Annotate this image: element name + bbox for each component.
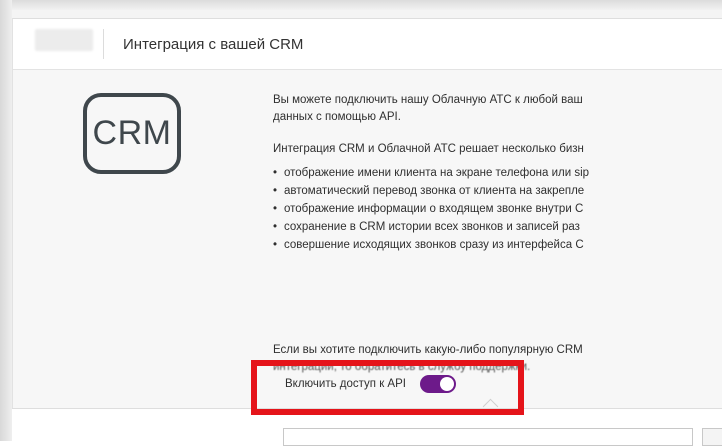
copy-button[interactable] (702, 428, 722, 446)
page-title: Интеграция с вашей CRM (123, 36, 304, 53)
highlight-box (251, 360, 524, 415)
app-window: Интеграция с вашей CRM CRM Вы можете под… (0, 0, 722, 446)
crm-logo-icon: CRM (83, 93, 181, 174)
api-key-field[interactable] (283, 428, 693, 446)
popular-line-1: Если вы хотите подключить какую-либо поп… (273, 344, 583, 356)
panel-header: Интеграция с вашей CRM (13, 19, 722, 70)
crm-logo-text: CRM (92, 114, 172, 152)
top-shadow (0, 0, 722, 10)
popular-crm-section: Если вы хотите подключить какую-либо поп… (273, 92, 722, 392)
header-divider (103, 29, 104, 59)
left-shadow (0, 0, 12, 441)
blurred-breadcrumb (35, 29, 93, 51)
